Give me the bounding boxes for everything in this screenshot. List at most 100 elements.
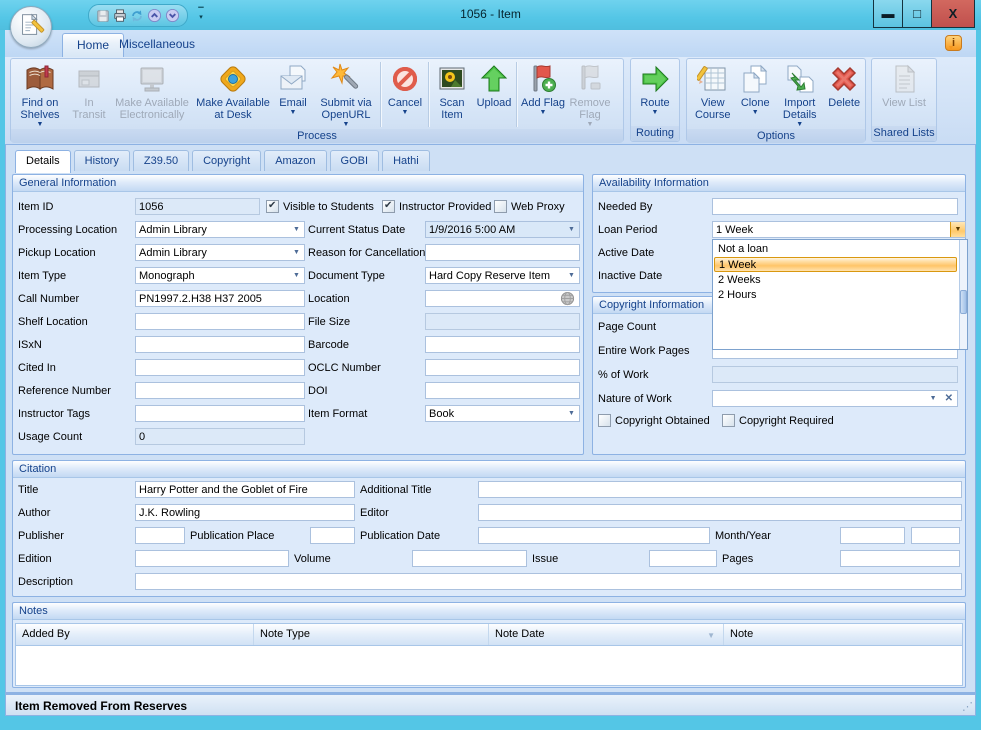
scan-item-button[interactable]: Scan Item: [431, 60, 473, 129]
title-field[interactable]: [135, 481, 355, 498]
minimize-button[interactable]: ▬: [873, 0, 903, 28]
additional-title-field[interactable]: [478, 481, 962, 498]
dropdown-scrollbar[interactable]: [959, 240, 967, 349]
tab-gobi[interactable]: GOBI: [330, 150, 380, 171]
visible-to-students-checkbox[interactable]: [266, 200, 279, 213]
issue-field[interactable]: [649, 550, 717, 567]
scrollbar-thumb[interactable]: [960, 290, 967, 314]
instructor-provided-checkbox[interactable]: [382, 200, 395, 213]
month-field[interactable]: [840, 527, 905, 544]
status-bar: Item Removed From Reserves ⋰: [5, 693, 976, 716]
scroll-up-icon[interactable]: [147, 8, 162, 23]
ribbon-group-routing: Route ▼ Routing: [630, 58, 680, 142]
cancel-button[interactable]: Cancel ▼: [383, 60, 427, 129]
save-icon[interactable]: [96, 9, 110, 23]
dropdown-item[interactable]: Not a loan: [714, 242, 957, 257]
web-proxy-checkbox[interactable]: [494, 200, 507, 213]
upload-button[interactable]: Upload: [473, 60, 515, 129]
chevron-down-icon[interactable]: ▼: [564, 268, 579, 283]
clone-button[interactable]: Clone ▼: [736, 60, 774, 129]
tab-amazon[interactable]: Amazon: [264, 150, 326, 171]
submit-via-openurl-button[interactable]: Submit via OpenURL▼: [313, 60, 379, 129]
copyright-obtained-checkbox[interactable]: [598, 414, 611, 427]
chevron-down-icon[interactable]: ▼: [289, 245, 304, 260]
chevron-down-icon[interactable]: ▼: [564, 222, 579, 237]
doi-field[interactable]: [425, 382, 580, 399]
current-status-date-label: Current Status Date: [308, 224, 405, 236]
resize-grip[interactable]: ⋰: [962, 700, 973, 713]
publication-place-field[interactable]: [310, 527, 355, 544]
edition-field[interactable]: [135, 550, 289, 567]
tab-hathi[interactable]: Hathi: [382, 150, 430, 171]
column-note-type[interactable]: Note Type: [254, 624, 489, 645]
item-type-combo[interactable]: Monograph▼: [135, 267, 305, 284]
route-button[interactable]: Route ▼: [633, 60, 677, 126]
processing-location-combo[interactable]: Admin Library▼: [135, 221, 305, 238]
print-icon[interactable]: [113, 9, 127, 23]
year-field[interactable]: [911, 527, 960, 544]
find-on-shelves-button[interactable]: Find on Shelves▼: [13, 60, 67, 129]
notes-panel: Notes Added By Note Type Note Date▼ Note: [12, 602, 966, 688]
make-available-at-desk-button[interactable]: Make Available at Desk: [193, 60, 273, 129]
call-number-field[interactable]: [135, 290, 305, 307]
globe-icon[interactable]: [560, 291, 575, 306]
shelf-location-label: Shelf Location: [18, 316, 88, 328]
import-details-button[interactable]: Import Details▼: [774, 60, 825, 129]
dropdown-item-selected[interactable]: 1 Week: [714, 257, 957, 272]
tab-copyright[interactable]: Copyright: [192, 150, 261, 171]
chevron-down-icon[interactable]: ▼: [289, 268, 304, 283]
application-menu-button[interactable]: [10, 6, 52, 48]
route-arrow-icon: [639, 63, 671, 95]
tab-history[interactable]: History: [74, 150, 130, 171]
needed-by-field[interactable]: [712, 198, 958, 215]
clear-icon[interactable]: ✕: [941, 393, 957, 404]
pages-field[interactable]: [840, 550, 960, 567]
publication-date-field[interactable]: [478, 527, 710, 544]
editor-field[interactable]: [478, 504, 962, 521]
barcode-field[interactable]: [425, 336, 580, 353]
dropdown-item[interactable]: 2 Hours: [714, 288, 957, 303]
loan-period-combo[interactable]: 1 Week▼: [712, 221, 966, 238]
tab-details[interactable]: Details: [15, 150, 71, 173]
reference-number-field[interactable]: [135, 382, 305, 399]
add-flag-button[interactable]: Add Flag ▼: [519, 60, 567, 129]
chevron-down-icon: ▼: [752, 109, 759, 117]
view-course-button[interactable]: View Course: [689, 60, 736, 129]
publisher-field[interactable]: [135, 527, 185, 544]
delete-button[interactable]: Delete: [825, 60, 863, 129]
oclc-number-field[interactable]: [425, 359, 580, 376]
isxn-field[interactable]: [135, 336, 305, 353]
maximize-button[interactable]: □: [902, 0, 932, 28]
location-label: Location: [308, 293, 350, 305]
location-field[interactable]: [425, 290, 580, 307]
chevron-down-icon[interactable]: ▼: [564, 406, 579, 421]
cited-in-field[interactable]: [135, 359, 305, 376]
chevron-down-icon[interactable]: ▼: [289, 222, 304, 237]
ribbon-tab-miscellaneous[interactable]: Miscellaneous: [105, 33, 209, 57]
chevron-down-icon[interactable]: ▼: [926, 391, 941, 406]
volume-field[interactable]: [412, 550, 527, 567]
chevron-down-icon[interactable]: ▼: [950, 222, 965, 237]
column-added-by[interactable]: Added By: [16, 624, 254, 645]
column-note-date[interactable]: Note Date▼: [489, 624, 724, 645]
dropdown-item[interactable]: 2 Weeks: [714, 273, 957, 288]
reason-for-cancellation-field[interactable]: [425, 244, 580, 261]
tab-z3950[interactable]: Z39.50: [133, 150, 189, 171]
email-button[interactable]: Email ▼: [273, 60, 313, 129]
copyright-required-checkbox[interactable]: [722, 414, 735, 427]
instructor-tags-field[interactable]: [135, 405, 305, 422]
qat-customize-icon[interactable]: ▔▾: [196, 9, 206, 21]
refresh-icon[interactable]: [130, 9, 144, 23]
shelf-location-field[interactable]: [135, 313, 305, 330]
nature-of-work-combo[interactable]: ▼ ✕: [712, 390, 958, 407]
author-field[interactable]: [135, 504, 355, 521]
column-note[interactable]: Note: [724, 624, 962, 645]
item-format-combo[interactable]: Book▼: [425, 405, 580, 422]
current-status-date-combo[interactable]: 1/9/2016 5:00 AM▼: [425, 221, 580, 238]
scroll-down-icon[interactable]: [165, 8, 180, 23]
help-icon[interactable]: i: [945, 35, 962, 51]
description-field[interactable]: [135, 573, 962, 590]
pickup-location-combo[interactable]: Admin Library▼: [135, 244, 305, 261]
document-type-combo[interactable]: Hard Copy Reserve Item▼: [425, 267, 580, 284]
close-button[interactable]: X: [931, 0, 975, 28]
